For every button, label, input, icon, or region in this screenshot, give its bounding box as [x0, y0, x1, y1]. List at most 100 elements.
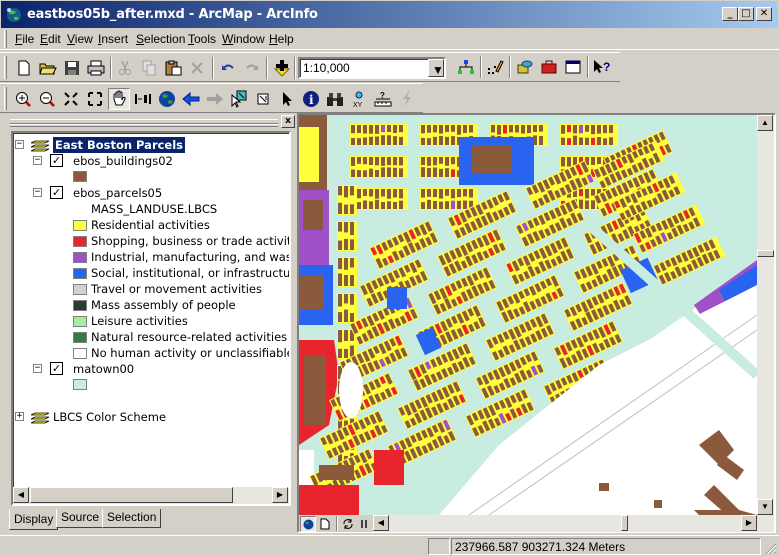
refresh-button[interactable] — [340, 516, 356, 532]
menubar-grip[interactable] — [4, 30, 7, 48]
collapse-icon[interactable]: − — [33, 156, 42, 165]
zoom-out-button[interactable] — [36, 88, 58, 110]
map-canvas[interactable] — [299, 115, 757, 515]
map-scale-value[interactable]: 1:10,000 — [303, 61, 350, 75]
legend-swatch[interactable] — [73, 316, 87, 327]
legend-swatch[interactable] — [73, 300, 87, 311]
scroll-left-button[interactable]: ◀ — [13, 487, 29, 503]
menu-selection[interactable]: Selection — [136, 32, 185, 46]
data-frame-row-lbcs[interactable]: + LBCS Color Scheme — [15, 409, 275, 425]
pan-button[interactable] — [108, 88, 130, 110]
menu-tools[interactable]: Tools — [188, 32, 216, 46]
toc-horizontal-scrollbar[interactable]: ◀ ▶ — [13, 487, 289, 504]
data-frame-name[interactable]: LBCS Color Scheme — [53, 409, 166, 425]
select-elements-button[interactable] — [276, 88, 298, 110]
map-scale-combobox[interactable]: 1:10,000 ▼ — [298, 57, 446, 79]
close-button[interactable]: ✕ — [756, 7, 772, 21]
command-line-button[interactable] — [562, 56, 584, 78]
scale-dropdown-button[interactable]: ▼ — [428, 59, 444, 77]
redo-button[interactable] — [241, 57, 263, 79]
menu-help[interactable]: Help — [269, 32, 294, 46]
layer-row-parcels[interactable]: − ✓ ebos_parcels05 — [33, 185, 273, 201]
layer-visibility-checkbox[interactable]: ✓ — [50, 186, 63, 199]
map-drawing[interactable] — [299, 115, 757, 515]
layout-view-button[interactable] — [317, 516, 333, 532]
identify-button[interactable]: i — [300, 88, 322, 110]
menu-window[interactable]: Window — [222, 32, 265, 46]
back-extent-button[interactable] — [180, 88, 202, 110]
fixed-zoom-in-button[interactable] — [60, 88, 82, 110]
scroll-down-button[interactable]: ▼ — [757, 499, 773, 515]
layer-row-buildings[interactable]: − ✓ ebos_buildings02 — [33, 153, 273, 169]
expand-icon[interactable]: + — [15, 412, 24, 421]
tab-display[interactable]: Display — [9, 509, 59, 530]
add-data-button[interactable] — [271, 57, 293, 79]
layer-visibility-checkbox[interactable]: ✓ — [50, 362, 63, 375]
editor-button[interactable] — [484, 56, 506, 78]
editor-toolbar-button[interactable] — [455, 56, 477, 78]
menu-file[interactable]: File — [15, 32, 34, 46]
layer-name[interactable]: ebos_buildings02 — [73, 153, 173, 169]
toc-drag-handle[interactable] — [10, 119, 278, 127]
arctoolbox-button[interactable] — [538, 56, 560, 78]
layer-name[interactable]: matown00 — [73, 361, 134, 377]
new-document-button[interactable] — [13, 57, 35, 79]
scroll-thumb[interactable] — [621, 515, 628, 531]
save-button[interactable] — [61, 57, 83, 79]
pause-drawing-button[interactable] — [357, 516, 371, 532]
map-view[interactable]: ▲ ▼ ◀ ▶ — [297, 113, 776, 533]
legend-swatch[interactable] — [73, 252, 87, 263]
scroll-thumb[interactable] — [757, 250, 774, 257]
paste-button[interactable] — [162, 57, 184, 79]
legend-swatch-matown[interactable] — [73, 379, 87, 390]
forward-extent-button[interactable] — [204, 88, 226, 110]
globe-button[interactable] — [156, 88, 178, 110]
legend-swatch[interactable] — [73, 236, 87, 247]
whats-this-button[interactable]: ? — [591, 56, 613, 78]
toc-close-button[interactable]: x — [281, 115, 295, 128]
maximize-button[interactable]: □ — [738, 7, 754, 21]
menu-view[interactable]: View — [67, 32, 93, 46]
clear-selection-button[interactable] — [252, 88, 274, 110]
cut-button[interactable] — [114, 57, 136, 79]
toolbar-grip[interactable] — [4, 56, 7, 79]
legend-swatch-buildings[interactable] — [73, 171, 87, 182]
undo-button[interactable] — [217, 57, 239, 79]
menu-edit[interactable]: Edit — [40, 32, 61, 46]
scroll-right-button[interactable]: ▶ — [741, 515, 757, 531]
open-button[interactable] — [37, 57, 59, 79]
layer-row-matown[interactable]: − ✓ matown00 — [33, 361, 273, 377]
minimize-button[interactable]: _ — [722, 7, 738, 21]
find-button[interactable] — [324, 88, 346, 110]
measure-button[interactable]: ? — [372, 88, 394, 110]
collapse-icon[interactable]: − — [33, 364, 42, 373]
map-horizontal-scrollbar[interactable]: ◀ ▶ — [373, 515, 774, 532]
legend-swatch[interactable] — [73, 284, 87, 295]
collapse-icon[interactable]: − — [33, 188, 42, 197]
scroll-right-button[interactable]: ▶ — [272, 487, 288, 503]
legend-swatch[interactable] — [73, 332, 87, 343]
hyperlink-button[interactable] — [396, 88, 418, 110]
tab-source[interactable]: Source — [56, 509, 105, 528]
data-frame-row[interactable]: − East Boston Parcels — [15, 137, 275, 153]
legend-swatch[interactable] — [73, 348, 87, 359]
scroll-thumb[interactable] — [30, 487, 233, 503]
full-extent-button[interactable] — [132, 88, 154, 110]
collapse-icon[interactable]: − — [15, 140, 24, 149]
toolbar-grip[interactable] — [4, 87, 7, 110]
copy-button[interactable] — [138, 57, 160, 79]
go-to-xy-button[interactable]: XY — [348, 88, 370, 110]
scroll-left-button[interactable]: ◀ — [373, 515, 389, 531]
legend-swatch[interactable] — [73, 268, 87, 279]
data-view-button[interactable] — [300, 516, 316, 532]
data-frame-name[interactable]: East Boston Parcels — [53, 137, 186, 153]
scroll-up-button[interactable]: ▲ — [757, 115, 773, 131]
select-features-button[interactable] — [228, 88, 250, 110]
print-button[interactable] — [85, 57, 107, 79]
map-vertical-scrollbar[interactable]: ▲ ▼ — [757, 115, 774, 515]
layer-name[interactable]: ebos_parcels05 — [73, 185, 162, 201]
zoom-in-button[interactable] — [12, 88, 34, 110]
arccatalog-button[interactable] — [514, 56, 536, 78]
tab-selection[interactable]: Selection — [102, 509, 162, 528]
fixed-zoom-out-button[interactable] — [84, 88, 106, 110]
